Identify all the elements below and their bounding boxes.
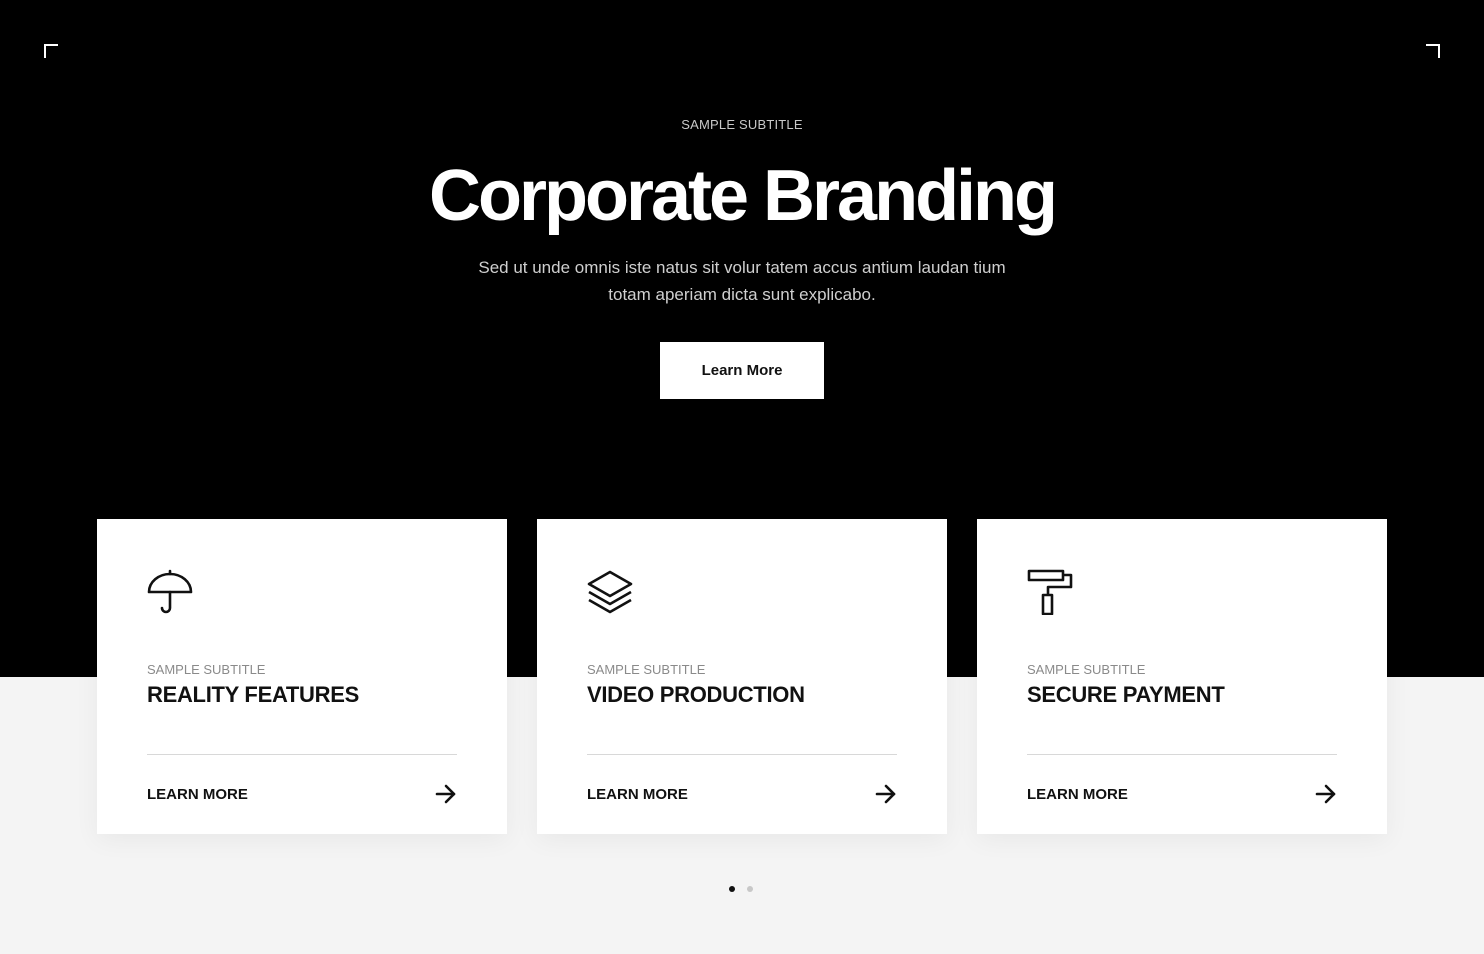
corner-bracket-top-right: [1426, 44, 1440, 58]
learn-more-label: LEARN MORE: [147, 785, 248, 803]
learn-more-label: LEARN MORE: [1027, 785, 1128, 803]
feature-card: SAMPLE SUBTITLE REALITY FEATURES LEARN M…: [97, 519, 507, 834]
arrow-right-icon: [435, 784, 456, 804]
card-subtitle: SAMPLE SUBTITLE: [1027, 662, 1146, 677]
card-divider: [587, 754, 897, 755]
layers-icon: [587, 569, 633, 615]
pagination-dot-1[interactable]: [729, 886, 735, 892]
learn-more-link[interactable]: LEARN MORE: [1027, 781, 1337, 807]
hero-subtitle: SAMPLE SUBTITLE: [681, 117, 803, 132]
arrow-right-icon: [875, 784, 896, 804]
learn-more-button[interactable]: Learn More: [660, 342, 824, 399]
learn-more-link[interactable]: LEARN MORE: [147, 781, 457, 807]
pagination-dot-2[interactable]: [747, 886, 753, 892]
card-title: REALITY FEATURES: [147, 682, 359, 707]
card-title: VIDEO PRODUCTION: [587, 682, 805, 707]
hero-description: Sed ut unde omnis iste natus sit volur t…: [478, 258, 1006, 304]
umbrella-icon: [147, 569, 193, 615]
card-divider: [147, 754, 457, 755]
card-subtitle: SAMPLE SUBTITLE: [147, 662, 266, 677]
learn-more-link[interactable]: LEARN MORE: [587, 781, 897, 807]
paint-roller-icon: [1027, 569, 1073, 615]
card-divider: [1027, 754, 1337, 755]
card-subtitle: SAMPLE SUBTITLE: [587, 662, 706, 677]
hero-title: Corporate Branding: [428, 156, 1058, 236]
feature-card: SAMPLE SUBTITLE SECURE PAYMENT LEARN MOR…: [977, 519, 1387, 834]
carousel-pagination: [729, 886, 753, 892]
corner-bracket-top-left: [44, 44, 58, 58]
card-title: SECURE PAYMENT: [1027, 682, 1225, 707]
learn-more-label: LEARN MORE: [587, 785, 688, 803]
feature-card: SAMPLE SUBTITLE VIDEO PRODUCTION LEARN M…: [537, 519, 947, 834]
arrow-right-icon: [1315, 784, 1336, 804]
